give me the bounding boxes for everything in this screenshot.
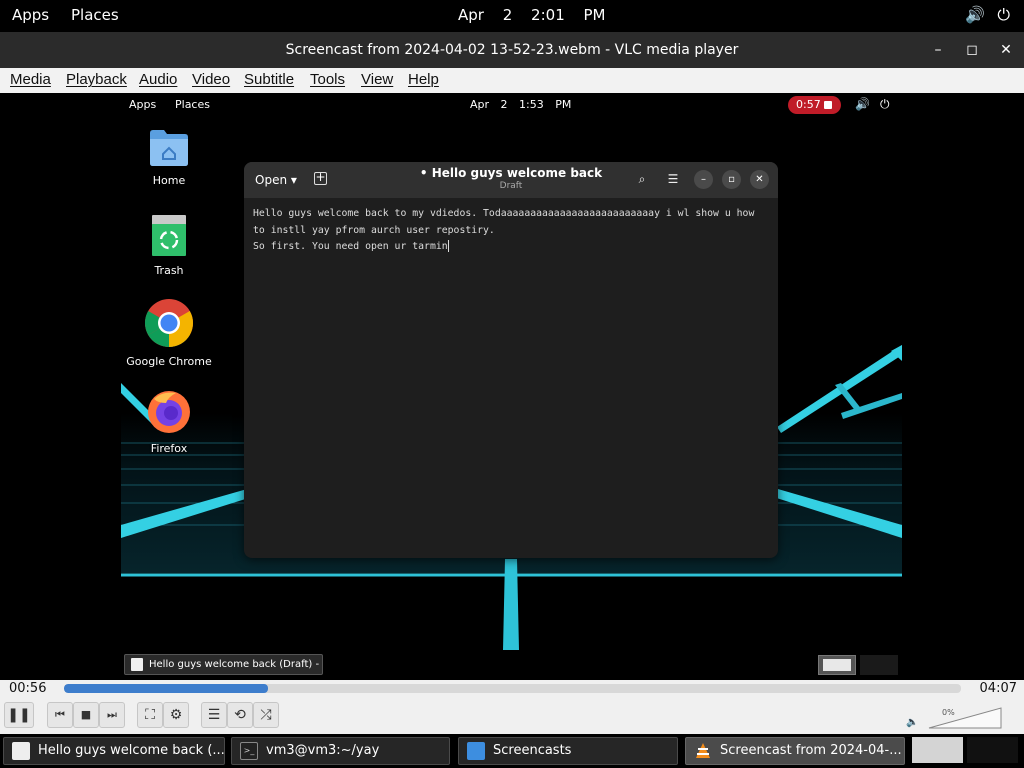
mute-icon[interactable]: 🔈 [906, 717, 918, 728]
taskbar-item-vlc[interactable]: Screencast from 2024-04-... [685, 737, 905, 765]
inner-workspace-2 [860, 655, 898, 675]
loop-button[interactable]: ⟲ [227, 702, 253, 728]
apps-menu[interactable]: Apps [12, 6, 49, 24]
fullscreen-button[interactable]: ⛶ [137, 702, 163, 728]
elapsed-time: 00:56 [9, 681, 47, 696]
shuffle-button[interactable]: ⤮ [253, 702, 279, 728]
playlist-button[interactable]: ☰ [201, 702, 227, 728]
workspace-1[interactable] [912, 737, 963, 763]
taskbar-item-files[interactable]: Screencasts [458, 737, 678, 765]
playback-controls: 00:56 04:07 ❚❚ ⏮ ■ ⏭ ⛶ ⚙ ☰ ⟲ ⤮ 🔈 0% [0, 680, 1024, 734]
menu-view[interactable]: View [361, 71, 393, 88]
menu-video[interactable]: Video [192, 71, 230, 88]
places-menu[interactable]: Places [71, 6, 119, 24]
minimize-button[interactable]: – [926, 32, 950, 68]
text-caret [447, 240, 449, 252]
menu-audio[interactable]: Audio [139, 71, 177, 88]
system-menu[interactable]: 🔊 ⏻ [965, 5, 1010, 25]
power-icon: ⏻ [997, 5, 1010, 24]
editor-header: Open ▾ + • Hello guys welcome back Draft… [244, 162, 778, 198]
editor-subtitle: Draft [499, 181, 523, 191]
taskbar-item-terminal[interactable]: >_ vm3@vm3:~/yay [231, 737, 450, 765]
clock[interactable]: Apr 2 2:01 PM [458, 6, 606, 24]
desktop-icon-home: Home [121, 127, 217, 187]
workspace-2[interactable] [967, 737, 1018, 763]
desktop-icon-chrome: Google Chrome [121, 298, 217, 368]
maximize-button[interactable]: ◻ [960, 32, 984, 68]
search-document-icon: ⌕ [638, 172, 646, 186]
date: Apr 2 [458, 6, 513, 24]
seek-bar[interactable] [64, 684, 961, 693]
close-button[interactable]: ✕ [994, 32, 1018, 68]
files-icon [467, 742, 485, 760]
vlc-icon [694, 742, 712, 760]
menu-tools[interactable]: Tools [310, 71, 345, 88]
vlc-title-bar: Screencast from 2024-04-02 13-52-23.webm… [0, 32, 1024, 68]
text-editor-icon [12, 742, 30, 760]
inner-system-menu: 🔊 ⏻ [855, 97, 889, 112]
hamburger-menu-icon: ☰ [667, 172, 679, 186]
taskbar-item-text-editor[interactable]: Hello guys welcome back (... [3, 737, 225, 765]
menu-playback[interactable]: Playback [66, 71, 127, 88]
top-bar: Apps Places Apr 2 2:01 PM 🔊 ⏻ [0, 0, 1024, 32]
editor-text: Hello guys welcome back to my vdiedos. T… [253, 206, 773, 256]
menu-media[interactable]: Media [10, 71, 51, 88]
chrome-icon [144, 299, 194, 348]
new-document-icon: + [314, 170, 327, 185]
menu-help[interactable]: Help [408, 71, 439, 88]
trash-icon [152, 215, 186, 256]
desktop-icon-firefox: Firefox [121, 389, 217, 455]
taskbar: Hello guys welcome back (... >_ vm3@vm3:… [0, 734, 1024, 768]
inner-apps: Apps [129, 98, 157, 111]
desktop-icon-trash: Trash [121, 215, 217, 277]
extended-settings-button[interactable]: ⚙ [163, 702, 189, 728]
video-frame: Apps Places Apr 2 1:53 PM 0:57 🔊 ⏻ Home … [121, 93, 902, 680]
inner-taskbar-item: Hello guys welcome back (Draft) - ... [124, 654, 323, 675]
text-editor-window: Open ▾ + • Hello guys welcome back Draft… [244, 162, 778, 558]
minimize-icon: – [694, 170, 713, 189]
inner-places: Places [175, 98, 210, 111]
text-line: So first. You need open ur tarmin [253, 240, 449, 252]
open-button: Open ▾ [255, 173, 297, 187]
recording-top-bar: Apps Places Apr 2 1:53 PM [121, 93, 902, 117]
window-title: Screencast from 2024-04-02 13-52-23.webm… [285, 42, 739, 58]
pause-button[interactable]: ❚❚ [4, 702, 34, 728]
next-button[interactable]: ⏭ [99, 702, 125, 728]
terminal-icon: >_ [240, 742, 258, 760]
previous-button[interactable]: ⏮ [47, 702, 73, 728]
speaker-icon: 🔊 [855, 97, 870, 111]
menu-bar: Media Playback Audio Video Subtitle Tool… [0, 68, 1024, 93]
recording-indicator: 0:57 [788, 96, 841, 114]
folder-icon [150, 130, 188, 166]
time: 2:01 PM [531, 6, 606, 24]
stop-button[interactable]: ■ [73, 702, 99, 728]
text-line: Hello guys welcome back to my vdiedos. T… [253, 208, 755, 219]
total-time[interactable]: 04:07 [980, 681, 1017, 696]
close-icon: ✕ [750, 170, 769, 189]
inner-workspace-1 [818, 655, 856, 675]
speaker-icon: 🔊 [965, 5, 986, 24]
video-area[interactable]: Apps Places Apr 2 1:53 PM 0:57 🔊 ⏻ Home … [0, 93, 1024, 680]
firefox-icon [148, 391, 190, 433]
seek-progress [64, 684, 268, 693]
volume-slider[interactable] [928, 707, 1002, 729]
text-line: to instll yay pfrom aurch user repostiry… [253, 224, 495, 236]
menu-subtitle[interactable]: Subtitle [244, 71, 294, 88]
inner-clock: Apr 2 1:53 PM [470, 98, 572, 111]
power-icon: ⏻ [879, 97, 890, 111]
editor-title: • Hello guys welcome back [419, 166, 603, 180]
maximize-icon: ▫ [722, 170, 741, 189]
